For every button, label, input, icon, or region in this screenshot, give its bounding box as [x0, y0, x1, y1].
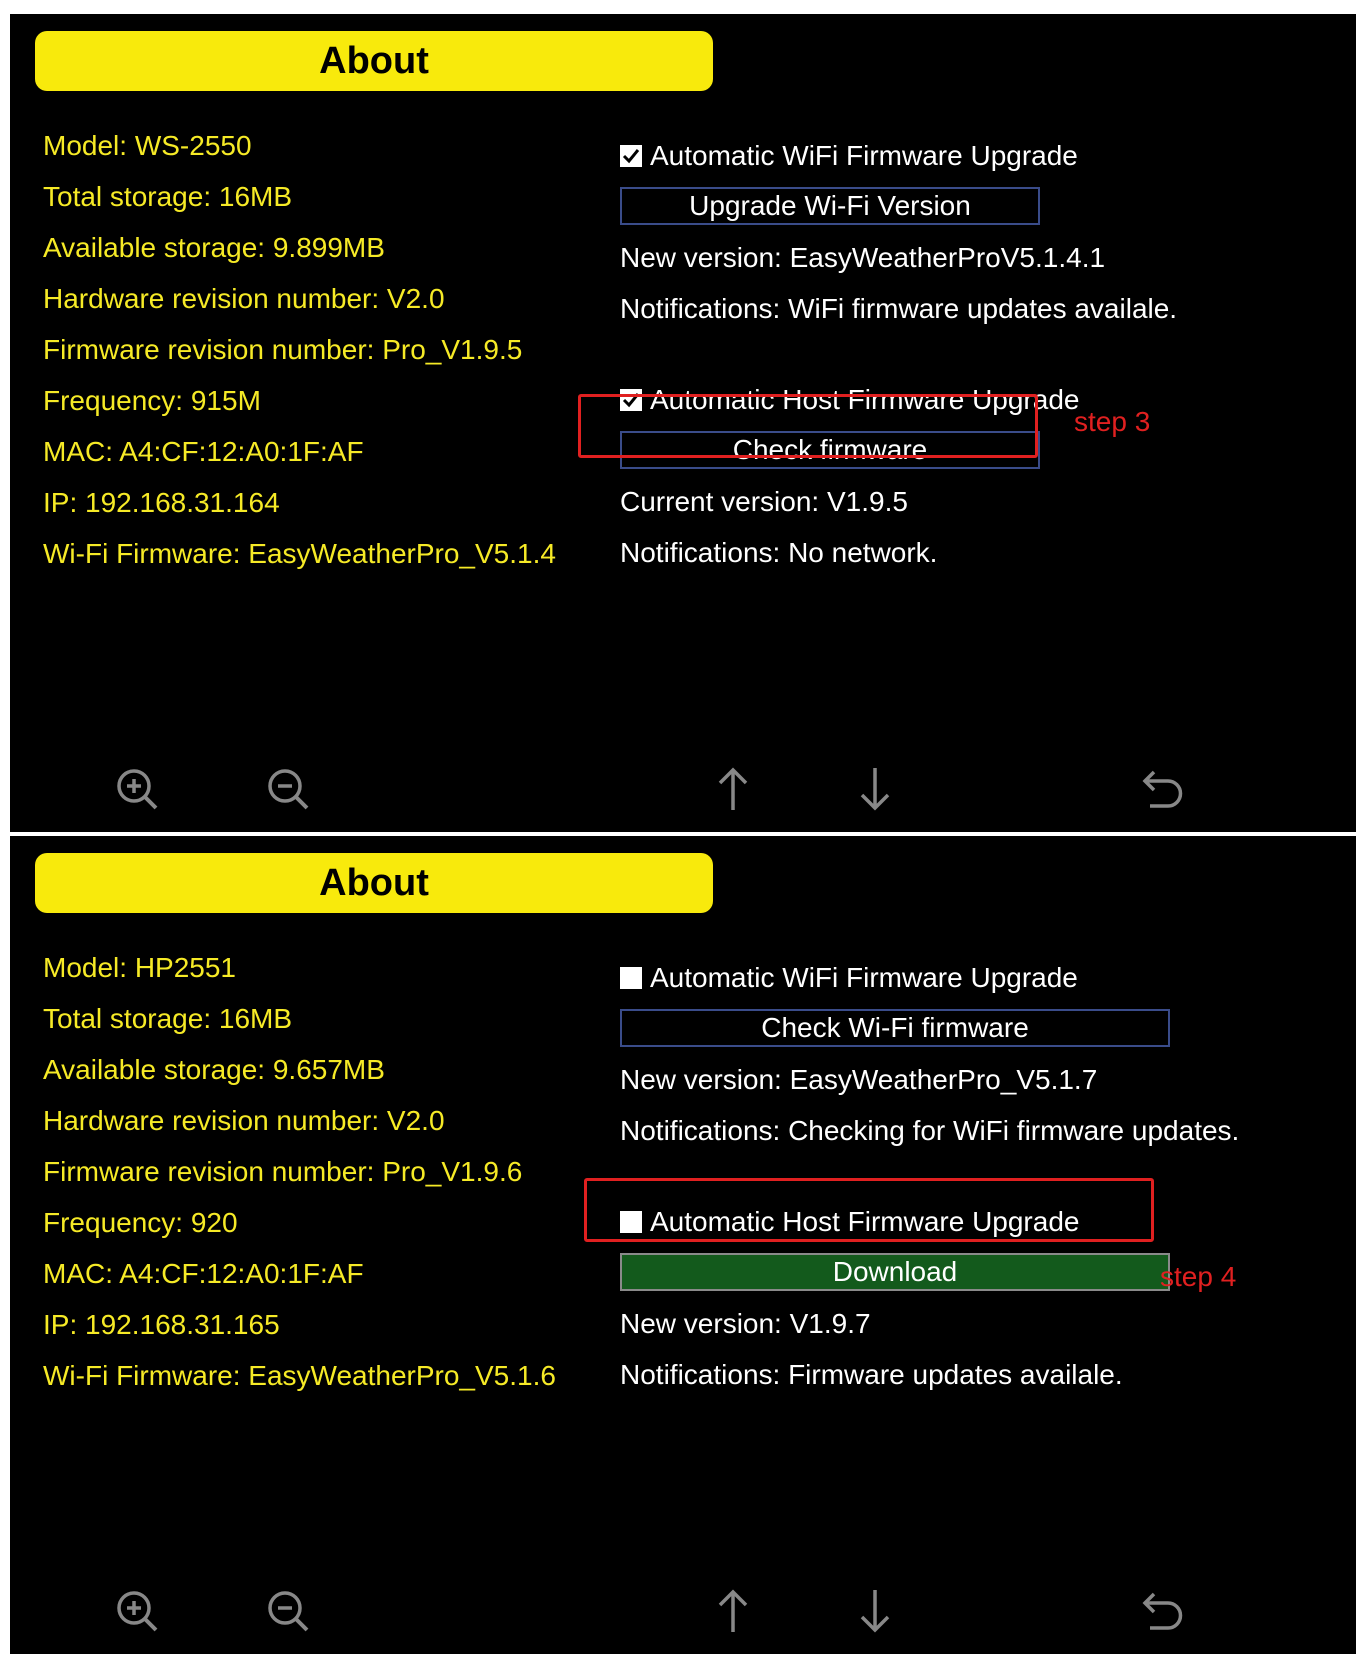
info-ip: IP: 192.168.31.164: [43, 487, 280, 518]
upgrade-wifi-version-button[interactable]: Upgrade Wi-Fi Version: [620, 187, 1040, 225]
info-total-storage: Total storage: 16MB: [43, 1003, 293, 1034]
arrow-down-icon[interactable]: [852, 1588, 898, 1634]
info-firmware-revision: Firmware revision number: Pro_V1.9.5: [43, 334, 523, 365]
check-wifi-firmware-button[interactable]: Check Wi-Fi firmware: [620, 1009, 1170, 1047]
back-icon[interactable]: [1140, 766, 1186, 812]
info-total-storage: Total storage: 16MB: [43, 181, 293, 212]
step-3-label: step 3: [1074, 406, 1151, 437]
info-model: Model: HP2551: [43, 952, 237, 983]
info-ip: IP: 192.168.31.165: [43, 1309, 280, 1340]
info-mac: MAC: A4:CF:12:A0:1F:AF: [43, 436, 364, 467]
firmware-section: Automatic WiFi Firmware Upgrade Check Wi…: [620, 952, 1340, 1400]
info-mac: MAC: A4:CF:12:A0:1F:AF: [43, 1258, 364, 1289]
wifi-notification: Notifications: WiFi firmware updates ava…: [620, 293, 1178, 324]
step-4-label: step 4: [1160, 1261, 1237, 1292]
wifi-notification: Notifications: Checking for WiFi firmwar…: [620, 1115, 1240, 1146]
info-frequency: Frequency: 920: [43, 1207, 238, 1238]
info-wifi-firmware: Wi-Fi Firmware: EasyWeatherPro_V5.1.4: [43, 538, 556, 569]
zoom-in-icon[interactable]: [114, 1588, 160, 1634]
wifi-auto-upgrade-label: Automatic WiFi Firmware Upgrade: [650, 962, 1078, 993]
device-info-list: Model: WS-2550 Total storage: 16MB Avail…: [43, 120, 556, 579]
host-notification: Notifications: No network.: [620, 537, 938, 568]
page-title: About: [35, 853, 713, 913]
info-available-storage: Available storage: 9.657MB: [43, 1054, 385, 1085]
arrow-down-icon[interactable]: [852, 766, 898, 812]
step-4-highlight: [584, 1178, 1154, 1242]
device-info-list: Model: HP2551 Total storage: 16MB Availa…: [43, 942, 556, 1401]
wifi-auto-upgrade-checkbox[interactable]: [620, 966, 642, 989]
host-notification: Notifications: Firmware updates availale…: [620, 1359, 1123, 1390]
firmware-section: Automatic WiFi Firmware Upgrade Upgrade …: [620, 130, 1340, 578]
info-firmware-revision: Firmware revision number: Pro_V1.9.6: [43, 1156, 523, 1187]
download-firmware-button[interactable]: Download: [620, 1253, 1170, 1291]
about-screen-top: About Model: WS-2550 Total storage: 16MB…: [10, 14, 1356, 832]
zoom-out-icon[interactable]: [265, 1588, 311, 1634]
info-wifi-firmware: Wi-Fi Firmware: EasyWeatherPro_V5.1.6: [43, 1360, 556, 1391]
host-new-version: New version: V1.9.7: [620, 1308, 871, 1339]
host-current-version: Current version: V1.9.5: [620, 486, 908, 517]
wifi-new-version: New version: EasyWeatherPro_V5.1.7: [620, 1064, 1098, 1095]
arrow-up-icon[interactable]: [710, 766, 756, 812]
wifi-new-version: New version: EasyWeatherProV5.1.4.1: [620, 242, 1106, 273]
zoom-in-icon[interactable]: [114, 766, 160, 812]
wifi-auto-upgrade-row[interactable]: Automatic WiFi Firmware Upgrade: [620, 952, 1340, 1003]
wifi-auto-upgrade-label: Automatic WiFi Firmware Upgrade: [650, 140, 1078, 171]
wifi-auto-upgrade-checkbox[interactable]: [620, 144, 642, 167]
info-frequency: Frequency: 915M: [43, 385, 261, 416]
info-hardware-revision: Hardware revision number: V2.0: [43, 283, 445, 314]
zoom-out-icon[interactable]: [265, 766, 311, 812]
wifi-auto-upgrade-row[interactable]: Automatic WiFi Firmware Upgrade: [620, 130, 1340, 181]
page-title: About: [35, 31, 713, 91]
about-screen-bottom: About Model: HP2551 Total storage: 16MB …: [10, 836, 1356, 1654]
arrow-up-icon[interactable]: [710, 1588, 756, 1634]
checkmark-icon: [622, 148, 640, 163]
info-available-storage: Available storage: 9.899MB: [43, 232, 385, 263]
info-model: Model: WS-2550: [43, 130, 252, 161]
step-3-highlight: [578, 394, 1038, 458]
back-icon[interactable]: [1140, 1588, 1186, 1634]
info-hardware-revision: Hardware revision number: V2.0: [43, 1105, 445, 1136]
